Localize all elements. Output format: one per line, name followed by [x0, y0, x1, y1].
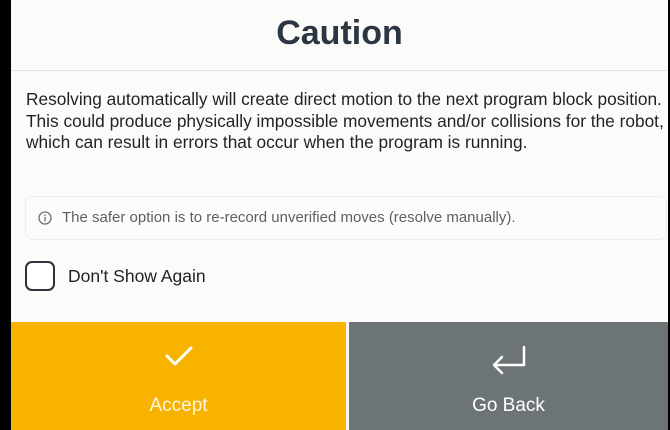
go-back-button[interactable]: Go Back	[349, 322, 668, 430]
title-divider	[11, 70, 668, 71]
return-arrow-icon	[492, 345, 525, 375]
dialog-title: Caution	[276, 14, 403, 52]
info-circle-icon	[38, 211, 52, 225]
caution-dialog: Caution Resolving automatically will cre…	[11, 0, 668, 430]
checkmark-icon	[165, 346, 192, 366]
dont-show-again-checkbox[interactable]	[25, 261, 55, 291]
info-note-text: The safer option is to re-record unverif…	[62, 209, 516, 226]
info-note: The safer option is to re-record unverif…	[25, 196, 667, 240]
accept-button[interactable]: Accept	[11, 322, 346, 430]
accept-button-label: Accept	[149, 395, 208, 416]
go-back-button-label: Go Back	[472, 395, 545, 416]
dont-show-again-label[interactable]: Don't Show Again	[68, 265, 206, 287]
screen-frame: Caution Resolving automatically will cre…	[0, 0, 670, 430]
dialog-message: Resolving automatically will create dire…	[26, 89, 664, 152]
